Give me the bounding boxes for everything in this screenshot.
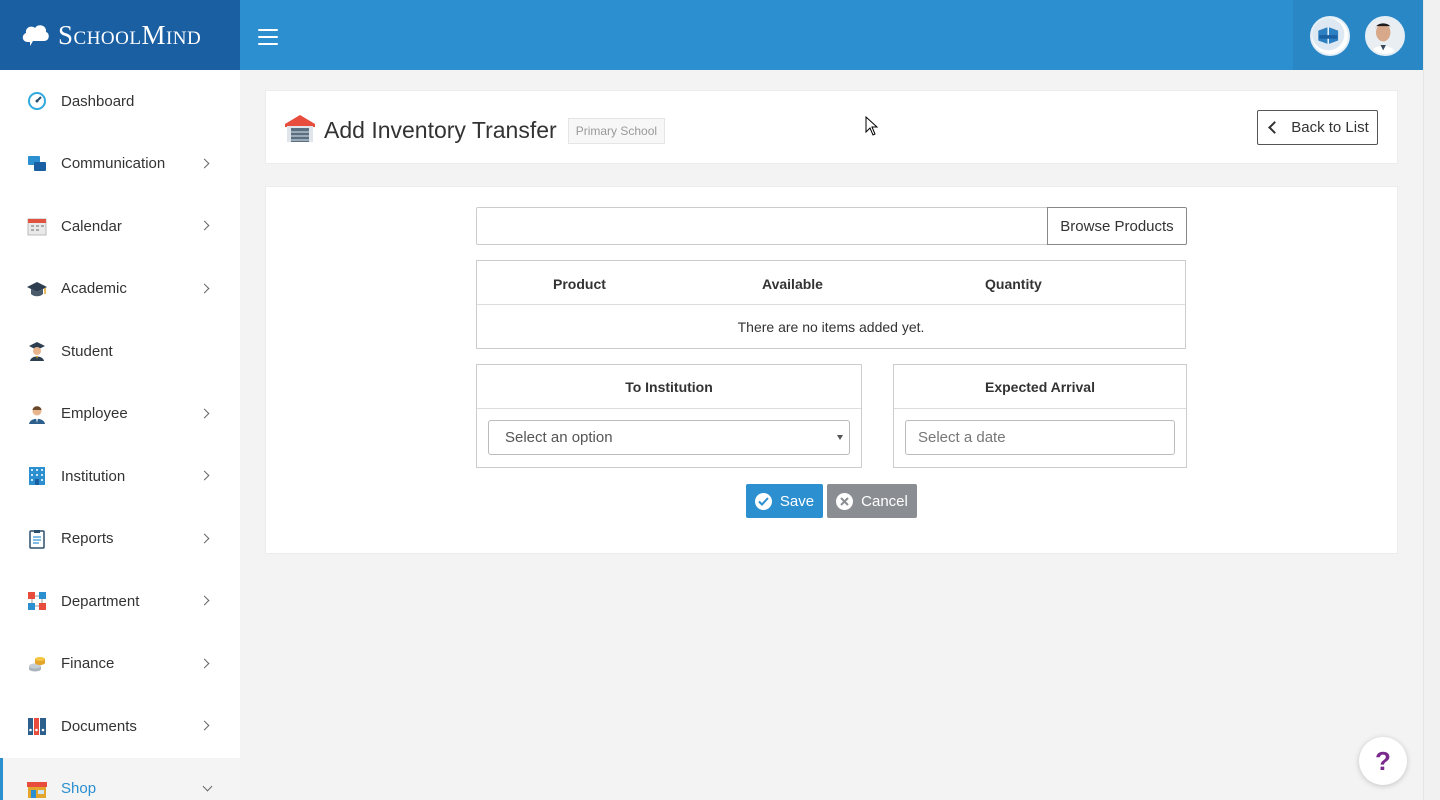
shop-icon (26, 778, 48, 800)
sidebar-item-academic[interactable]: Academic (0, 258, 240, 321)
org-chart-icon (26, 590, 48, 612)
warehouse-icon (284, 113, 316, 148)
product-search-row: Browse Products (476, 207, 1187, 245)
building-icon (26, 465, 48, 487)
sidebar-item-label: Department (61, 592, 140, 610)
product-search-input[interactable] (476, 207, 1047, 245)
empty-table-message: There are no items added yet. (737, 319, 925, 335)
sidebar-item-institution[interactable]: Institution (0, 445, 240, 508)
sidebar-item-finance[interactable]: Finance (0, 633, 240, 696)
expected-arrival-heading: Expected Arrival (894, 365, 1186, 409)
cancel-button[interactable]: Cancel (827, 484, 917, 518)
app-name: SchoolMind (58, 19, 202, 50)
chevron-right-icon (199, 158, 210, 169)
sidebar-item-employee[interactable]: Employee (0, 383, 240, 446)
clipboard-icon (26, 528, 48, 550)
sidebar-item-shop[interactable]: Shop (0, 757, 240, 800)
column-header-product: Product (553, 276, 606, 292)
to-institution-panel: To Institution Select an option (476, 364, 862, 468)
chevron-right-icon (199, 595, 210, 606)
sidebar-item-label: Dashboard (61, 92, 135, 110)
check-circle-icon (754, 492, 772, 510)
column-header-quantity: Quantity (985, 276, 1042, 292)
back-to-list-button[interactable]: Back to List (1257, 110, 1378, 145)
sidebar-item-documents[interactable]: Documents (0, 695, 240, 758)
sidebar-item-calendar[interactable]: Calendar (0, 195, 240, 258)
institution-select[interactable]: Select an option (488, 420, 850, 455)
save-button[interactable]: Save (746, 484, 823, 518)
chevron-right-icon (199, 408, 210, 419)
sidebar-item-label: Communication (61, 155, 166, 173)
binders-icon (26, 715, 48, 737)
sidebar-item-student[interactable]: Student (0, 320, 240, 383)
sidebar-item-communication[interactable]: Communication (0, 133, 240, 196)
page-title: Add Inventory Transfer (324, 117, 557, 143)
top-bar: SchoolMind (0, 0, 1423, 70)
to-institution-heading: To Institution (477, 365, 861, 409)
school-logo-avatar[interactable] (1310, 16, 1350, 56)
sidebar-item-dashboard[interactable]: Dashboard (0, 70, 240, 133)
sidebar-item-label: Shop (61, 780, 97, 798)
sidebar-item-label: Student (61, 342, 113, 360)
menu-toggle-icon[interactable] (258, 29, 278, 45)
expected-arrival-panel: Expected Arrival (893, 364, 1187, 468)
mouse-cursor-icon (865, 115, 879, 136)
sidebar-item-label: Employee (61, 405, 128, 423)
sidebar-item-label: Reports (61, 530, 114, 548)
form-actions: Save Cancel (746, 484, 917, 518)
chat-bubbles-icon (26, 153, 48, 175)
expected-arrival-date-input[interactable] (905, 420, 1175, 455)
chevron-right-icon (199, 220, 210, 231)
graduation-cap-icon (26, 278, 48, 300)
back-to-list-label: Back to List (1291, 119, 1369, 136)
close-circle-icon (836, 492, 854, 510)
school-badge: Primary School (567, 117, 666, 144)
vertical-scrollbar[interactable] (1423, 0, 1440, 800)
app-logo[interactable]: SchoolMind (0, 0, 240, 70)
page-header: Add Inventory Transfer Primary School Ba… (265, 90, 1398, 164)
sidebar-item-reports[interactable]: Reports (0, 508, 240, 571)
chevron-right-icon (199, 283, 210, 294)
products-table: Product Available Quantity There are no … (476, 260, 1186, 349)
help-button[interactable]: ? (1359, 737, 1407, 785)
chevron-left-icon (1268, 121, 1282, 134)
calendar-icon (26, 215, 48, 237)
page-title-wrap: Add Inventory Transfer Primary School (284, 113, 666, 148)
column-header-available: Available (762, 276, 823, 292)
chevron-right-icon (199, 533, 210, 544)
cloud-logo-icon (20, 22, 50, 48)
top-right-actions (1293, 0, 1423, 70)
save-label: Save (779, 492, 815, 510)
student-icon (26, 340, 48, 362)
sidebar-item-label: Documents (61, 717, 137, 735)
table-header: Product Available Quantity (477, 261, 1185, 305)
transfer-form-card: Browse Products Product Available Quanti… (265, 186, 1398, 554)
cancel-label: Cancel (861, 492, 908, 510)
dropdown-caret-icon (837, 435, 843, 440)
coins-icon (26, 653, 48, 675)
sidebar-item-label: Academic (61, 280, 127, 298)
sidebar-item-label: Finance (61, 655, 115, 673)
sidebar: Dashboard Communication Calendar Academi… (0, 70, 240, 800)
chevron-right-icon (199, 470, 210, 481)
chevron-right-icon (199, 720, 210, 731)
dashboard-icon (26, 90, 48, 112)
chevron-right-icon (199, 658, 210, 669)
user-avatar[interactable] (1365, 16, 1405, 56)
sidebar-item-department[interactable]: Department (0, 570, 240, 633)
sidebar-item-label: Institution (61, 467, 126, 485)
browse-products-button[interactable]: Browse Products (1047, 207, 1187, 245)
employee-icon (26, 403, 48, 425)
sidebar-item-label: Calendar (61, 217, 122, 235)
chevron-down-icon (202, 781, 213, 792)
institution-select-value: Select an option (505, 429, 613, 446)
